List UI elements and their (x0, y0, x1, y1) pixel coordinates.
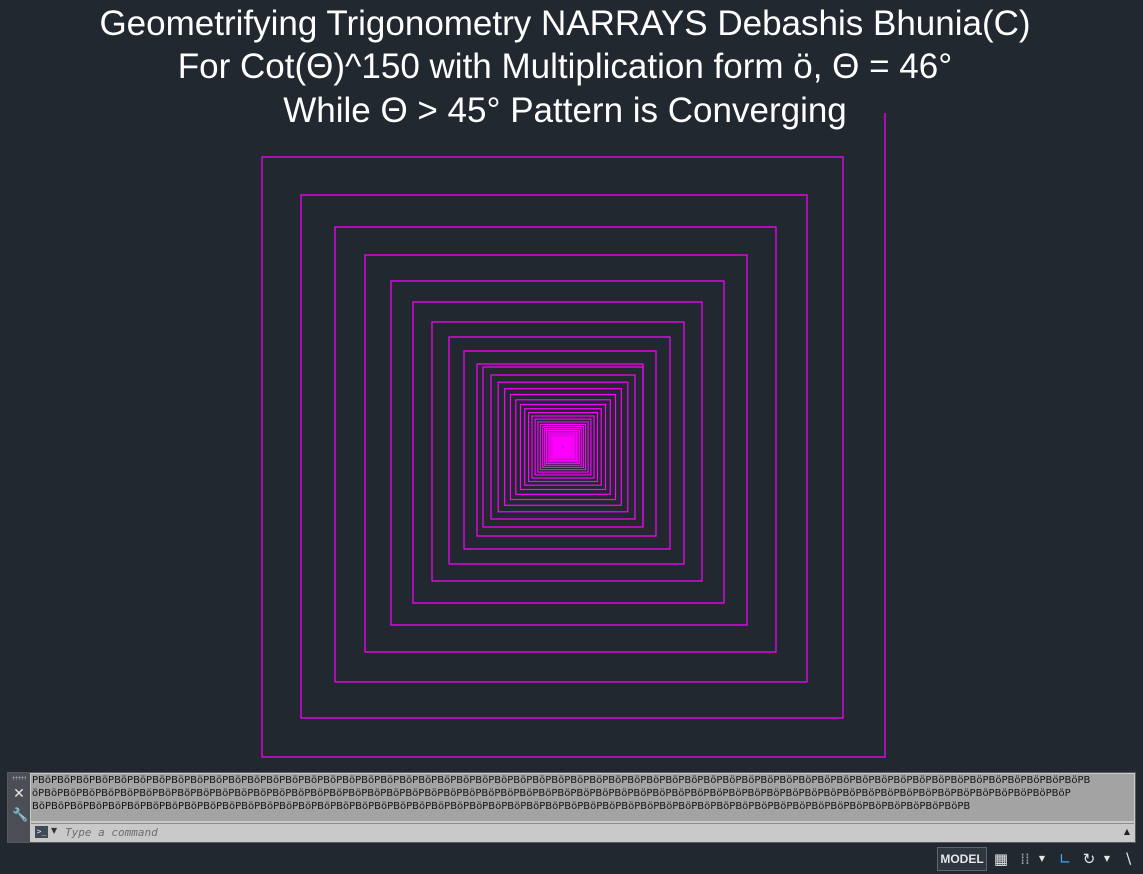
command-history: PBöPBöPBöPBöPBöPBöPBöPBöPBöPBöPBöPBöPBöP… (31, 774, 1134, 821)
command-line-panel: ✕ 🔧 PBöPBöPBöPBöPBöPBöPBöPBöPBöPBöPBöPBö… (7, 772, 1136, 843)
snap-icon[interactable]: ⁞⁞ (1014, 847, 1036, 871)
osnap-icon[interactable]: ∖ (1116, 847, 1140, 871)
spiral-core (553, 437, 573, 457)
narrays-spiral-drawing (261, 113, 886, 758)
command-input-row: >_ ▼ ▲ (31, 823, 1134, 842)
command-prompt-icon[interactable]: >_ (35, 826, 48, 838)
model-space-button[interactable]: MODEL (937, 847, 987, 871)
chevron-down-icon[interactable]: ▼ (51, 826, 57, 835)
grid-icon[interactable]: ▦ (990, 847, 1012, 871)
command-line-grip[interactable]: ✕ 🔧 (8, 773, 30, 842)
history-line: PBöPBöPBöPBöPBöPBöPBöPBöPBöPBöPBöPBöPBöP… (32, 775, 1091, 786)
wrench-icon[interactable]: 🔧 (12, 809, 28, 823)
history-line: BöPBöPBöPBöPBöPBöPBöPBöPBöPBöPBöPBöPBöPB… (32, 801, 971, 812)
status-bar: MODEL ▦ ⁞⁞ ▼ ∟ ↻ ▼ ∖ (0, 845, 1143, 874)
close-icon[interactable]: ✕ (12, 787, 26, 801)
history-line: öPBöPBöPBöPBöPBöPBöPBöPBöPBöPBöPBöPBöPBö… (32, 788, 1071, 799)
ortho-icon[interactable]: ∟ (1053, 847, 1077, 871)
command-input[interactable] (65, 825, 1105, 840)
chevron-down-icon[interactable]: ▼ (1101, 847, 1113, 871)
drawing-canvas[interactable]: Geometrifying Trigonometry NARRAYS Debas… (0, 0, 1143, 770)
chevron-up-icon[interactable]: ▲ (1124, 827, 1130, 836)
polar-icon[interactable]: ↻ (1079, 847, 1099, 871)
chevron-down-icon[interactable]: ▼ (1036, 847, 1048, 871)
drag-handle-icon[interactable] (12, 776, 26, 780)
